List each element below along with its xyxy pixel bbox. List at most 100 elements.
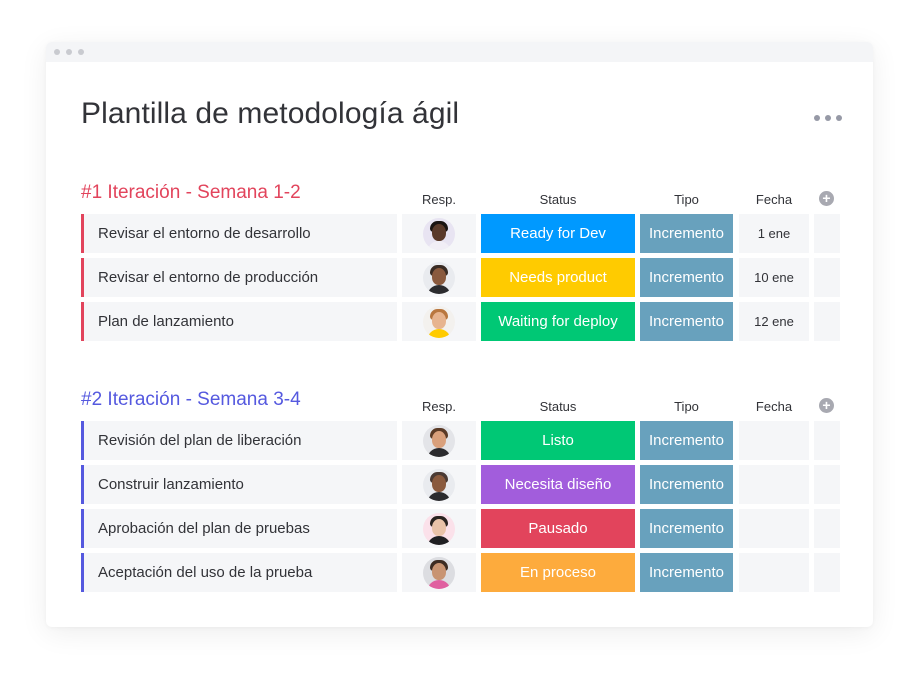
date-cell[interactable] [739,465,809,504]
group-color-bar [81,214,84,253]
avatar-body [427,491,451,501]
table-row: Aceptación del uso de la prueba En proce… [81,553,841,592]
avatar[interactable] [423,424,455,457]
status-label[interactable]: Waiting for deploy [481,302,635,341]
table-row: Revisar el entorno de producción Needs p… [81,258,841,297]
table-row: Revisión del plan de liberación Listo In… [81,421,841,460]
group-color-bar [81,509,84,548]
table-row: Plan de lanzamiento Waiting for deploy I… [81,302,841,341]
more-horizontal-icon [836,115,842,121]
person-cell[interactable] [402,509,476,548]
item-name: Revisión del plan de liberación [98,432,302,449]
avatar-body [427,535,451,545]
empty-extra-cell[interactable] [814,421,840,460]
group-title[interactable]: #1 Iteración - Semana 1-2 [81,182,301,204]
window-control-dot-icon[interactable] [78,49,84,55]
item-name: Aceptación del uso de la prueba [98,564,313,581]
type-label[interactable]: Incremento [640,553,733,592]
person-cell[interactable] [402,214,476,253]
item-name-cell[interactable]: Revisión del plan de liberación [81,421,397,460]
add-column-plus-circle-icon[interactable]: + [819,191,834,206]
date-cell[interactable]: 1 ene [739,214,809,253]
item-name-cell[interactable]: Revisar el entorno de producción [81,258,397,297]
type-label[interactable]: Incremento [640,214,733,253]
avatar-face [432,518,446,536]
group-color-bar [81,465,84,504]
status-label[interactable]: Pausado [481,509,635,548]
type-label[interactable]: Incremento [640,465,733,504]
status-label[interactable]: Listo [481,421,635,460]
avatar-face [432,311,446,329]
add-column-plus-circle-icon[interactable]: + [819,398,834,413]
avatar[interactable] [423,305,455,338]
avatar[interactable] [423,468,455,501]
date-cell[interactable] [739,553,809,592]
person-cell[interactable] [402,258,476,297]
person-cell[interactable] [402,421,476,460]
column-header-resp[interactable]: Resp. [402,192,476,207]
group-color-bar [81,258,84,297]
empty-extra-cell[interactable] [814,509,840,548]
table-row: Revisar el entorno de desarrollo Ready f… [81,214,841,253]
group-header: #1 Iteración - Semana 1-2 Resp. Status T… [81,178,841,214]
status-label[interactable]: Necesita diseño [481,465,635,504]
column-header-tipo[interactable]: Tipo [640,192,733,207]
group-iteration-2: #2 Iteración - Semana 3-4 Resp. Status T… [81,385,841,592]
item-name-cell[interactable]: Revisar el entorno de desarrollo [81,214,397,253]
more-options-button[interactable] [814,112,842,124]
column-header-fecha[interactable]: Fecha [739,399,809,414]
avatar-body [427,284,451,294]
table-row: Construir lanzamiento Necesita diseño In… [81,465,841,504]
status-label[interactable]: Needs product [481,258,635,297]
type-label[interactable]: Incremento [640,509,733,548]
date-cell[interactable] [739,421,809,460]
empty-extra-cell[interactable] [814,465,840,504]
avatar-body [427,240,451,250]
item-name-cell[interactable]: Aprobación del plan de pruebas [81,509,397,548]
avatar-face [432,430,446,448]
group-color-bar [81,421,84,460]
group-iteration-1: #1 Iteración - Semana 1-2 Resp. Status T… [81,178,841,341]
type-label[interactable]: Incremento [640,302,733,341]
empty-extra-cell[interactable] [814,258,840,297]
type-label[interactable]: Incremento [640,421,733,460]
column-header-fecha[interactable]: Fecha [739,192,809,207]
table-row: Aprobación del plan de pruebas Pausado I… [81,509,841,548]
type-label[interactable]: Incremento [640,258,733,297]
date-cell[interactable]: 10 ene [739,258,809,297]
date-cell[interactable] [739,509,809,548]
person-cell[interactable] [402,465,476,504]
status-label[interactable]: En proceso [481,553,635,592]
item-name-cell[interactable]: Construir lanzamiento [81,465,397,504]
item-name: Revisar el entorno de desarrollo [98,225,311,242]
item-name: Revisar el entorno de producción [98,269,319,286]
avatar-body [427,328,451,338]
empty-extra-cell[interactable] [814,214,840,253]
more-horizontal-icon [825,115,831,121]
empty-extra-cell[interactable] [814,553,840,592]
avatar[interactable] [423,556,455,589]
avatar[interactable] [423,261,455,294]
group-color-bar [81,302,84,341]
person-cell[interactable] [402,302,476,341]
avatar-face [432,474,446,492]
avatar[interactable] [423,512,455,545]
avatar-body [427,579,451,589]
page-title: Plantilla de metodología ágil [81,97,460,130]
column-header-resp[interactable]: Resp. [402,399,476,414]
item-name-cell[interactable]: Aceptación del uso de la prueba [81,553,397,592]
avatar-face [432,267,446,285]
item-name-cell[interactable]: Plan de lanzamiento [81,302,397,341]
column-header-status[interactable]: Status [481,192,635,207]
group-title[interactable]: #2 Iteración - Semana 3-4 [81,389,301,411]
avatar[interactable] [423,217,455,250]
window-control-dot-icon[interactable] [66,49,72,55]
board-window: Plantilla de metodología ágil #1 Iteraci… [46,42,873,627]
column-header-status[interactable]: Status [481,399,635,414]
date-cell[interactable]: 12 ene [739,302,809,341]
status-label[interactable]: Ready for Dev [481,214,635,253]
column-header-tipo[interactable]: Tipo [640,399,733,414]
window-control-dot-icon[interactable] [54,49,60,55]
empty-extra-cell[interactable] [814,302,840,341]
person-cell[interactable] [402,553,476,592]
